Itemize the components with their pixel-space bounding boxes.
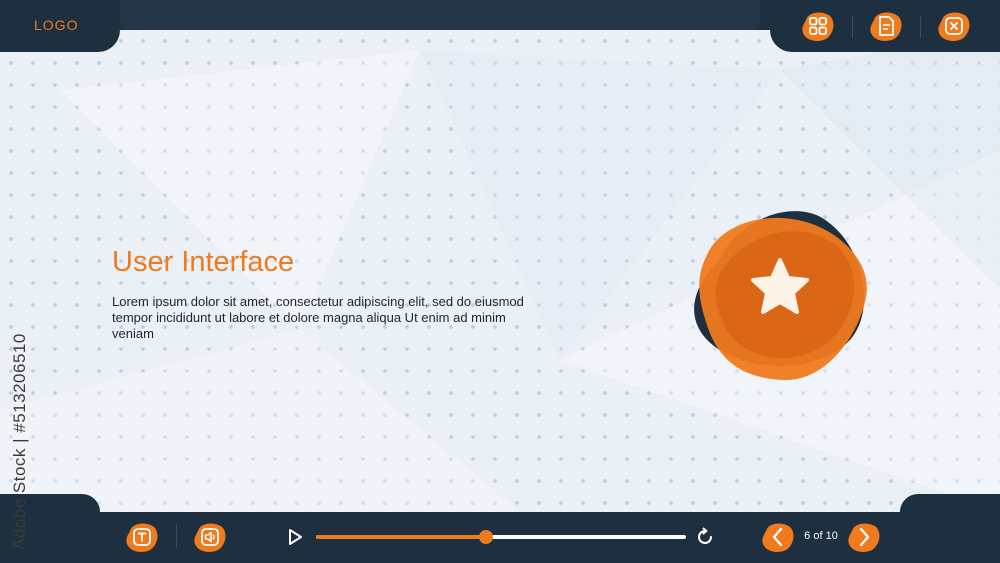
menu-grid-button[interactable]: [800, 8, 836, 44]
stock-watermark-id: Adobe Stock | #513206510: [10, 330, 32, 560]
audio-button[interactable]: [192, 519, 228, 555]
page-title: User Interface: [112, 246, 295, 278]
document-button[interactable]: [868, 8, 904, 44]
chevron-right-icon: [848, 523, 880, 552]
progress-track[interactable]: [316, 530, 686, 544]
speaker-icon: [194, 523, 226, 552]
divider: [920, 16, 921, 38]
divider: [176, 524, 177, 548]
next-button[interactable]: [846, 519, 882, 555]
text-button[interactable]: [124, 519, 160, 555]
logo[interactable]: LOGO: [34, 17, 78, 33]
page-indicator: 6 of 10: [804, 530, 838, 542]
stock-id-text: Adobe Stock | #513206510: [10, 333, 29, 550]
text-icon: [126, 523, 158, 552]
replay-icon[interactable]: [695, 527, 715, 547]
frame-corner: [900, 494, 1000, 512]
play-icon[interactable]: [287, 528, 303, 546]
previous-button[interactable]: [760, 519, 796, 555]
close-button[interactable]: [936, 8, 972, 44]
divider: [852, 16, 853, 38]
body-text: Lorem ipsum dolor sit amet, consectetur …: [112, 294, 524, 341]
progress-fill: [316, 535, 487, 539]
frame-corner: [0, 30, 120, 52]
close-icon: [938, 12, 970, 41]
chevron-left-icon: [762, 523, 794, 552]
header-tab: [120, 0, 760, 34]
menu-grid-icon: [802, 12, 834, 41]
document-icon: [870, 12, 902, 41]
hero-badge: [688, 202, 872, 382]
